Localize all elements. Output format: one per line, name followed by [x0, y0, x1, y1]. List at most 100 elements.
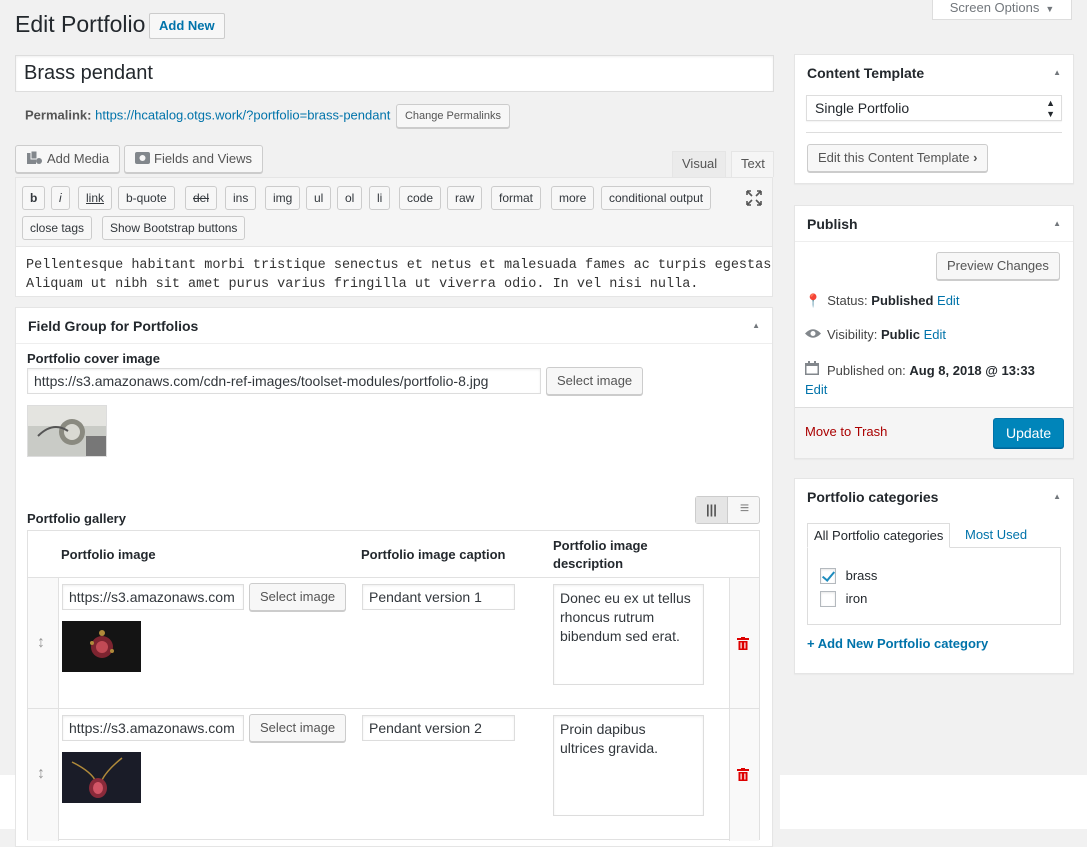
visibility-value: Public	[880, 327, 920, 342]
content-template-select[interactable]: Single Portfolio ▲ ▼	[806, 95, 1062, 121]
pin-icon: 📍	[805, 293, 822, 308]
fields-views-icon	[135, 152, 150, 164]
category-item[interactable]: iron	[820, 590, 867, 607]
row-drag-handle[interactable]: ↕	[28, 578, 59, 708]
permalink-label: Permalink:	[25, 107, 92, 123]
published-value: Aug 8, 2018 @ 13:33	[909, 363, 1035, 378]
publish-header[interactable]: Publish ▲	[795, 206, 1073, 242]
fields-and-views-label: Fields and Views	[154, 151, 253, 166]
checkbox-checked[interactable]	[820, 567, 836, 584]
post-title-input[interactable]: Brass pendant	[15, 55, 774, 92]
tab-most-used[interactable]: Most Used	[959, 523, 1033, 548]
trash-icon[interactable]	[737, 637, 749, 650]
qt-li[interactable]: li	[369, 186, 391, 210]
layout-toggle: ||| ≡	[695, 496, 760, 524]
qt-conditional-output[interactable]: conditional output	[601, 186, 712, 210]
category-label: brass	[845, 568, 878, 584]
col-caption: Portfolio image caption	[361, 547, 506, 562]
qt-italic[interactable]: i	[51, 186, 70, 210]
row-image-url-input[interactable]: https://s3.amazonaws.com	[62, 584, 244, 610]
table-view-icon[interactable]: |||	[696, 497, 728, 523]
qt-code[interactable]: code	[399, 186, 442, 210]
publish-title: Publish	[807, 216, 858, 232]
content-template-header[interactable]: Content Template ▲	[795, 55, 1073, 91]
category-label: iron	[845, 591, 868, 607]
qt-raw[interactable]: raw	[447, 186, 483, 210]
qt-link[interactable]: link	[78, 186, 113, 210]
collapse-up-icon[interactable]: ▲	[1053, 55, 1061, 91]
add-media-button[interactable]: Add Media	[15, 145, 121, 173]
change-permalinks-button[interactable]: Change Permalinks	[395, 104, 510, 128]
tab-all-categories[interactable]: All Portfolio categories	[807, 523, 951, 548]
cover-image-thumbnail	[27, 405, 107, 457]
preview-changes-button[interactable]: Preview Changes	[936, 252, 1060, 280]
qt-more[interactable]: more	[551, 186, 595, 210]
caret-down-icon: ▼	[1045, 4, 1055, 14]
status-edit-link[interactable]: Edit	[937, 293, 959, 308]
col-portfolio-image: Portfolio image	[61, 547, 156, 562]
qt-img[interactable]: img	[265, 186, 301, 210]
col-description-line: Portfolio image	[553, 538, 648, 553]
fullscreen-icon[interactable]	[746, 190, 762, 209]
checkbox-unchecked[interactable]	[820, 590, 836, 607]
status-label: Status:	[827, 293, 868, 308]
trash-icon[interactable]	[737, 768, 749, 781]
publish-actions: Move to Trash Update	[795, 407, 1073, 458]
qt-ins[interactable]: ins	[225, 186, 257, 210]
category-item[interactable]: brass	[820, 567, 877, 584]
list-view-icon[interactable]: ≡	[729, 497, 760, 523]
visibility-edit-link[interactable]: Edit	[924, 327, 946, 342]
qt-bold[interactable]: b	[22, 186, 46, 210]
field-group-header[interactable]: Field Group for Portfolios ▲	[16, 308, 772, 344]
drag-handle-icon: ↕	[37, 765, 45, 782]
move-to-trash-link[interactable]: Move to Trash	[805, 424, 887, 439]
row-description-textarea[interactable]: Proin dapibus ultrices gravida.	[553, 715, 704, 816]
permalink-link[interactable]: https://hcatalog.otgs.work/?portfolio=br…	[95, 107, 390, 122]
qt-format[interactable]: format	[491, 186, 542, 210]
published-edit-link[interactable]: Edit	[805, 382, 827, 397]
quicktags-toolbar: b i link b-quote del ins img ul ol li co…	[15, 177, 773, 247]
content-line: Pellentesque habitant morbi tristique se…	[26, 258, 773, 273]
row-description-textarea[interactable]: Donec eu ex ut tellus rhoncus rutrum bib…	[553, 584, 704, 685]
published-label: Published on:	[827, 363, 906, 378]
edit-content-template-button[interactable]: Edit this Content Template ›	[807, 144, 989, 172]
cover-image-label: Portfolio cover image	[27, 351, 160, 366]
categories-header[interactable]: Portfolio categories ▲	[795, 479, 1073, 515]
drag-handle-icon: ↕	[37, 634, 45, 651]
categories-title: Portfolio categories	[807, 489, 939, 505]
collapse-up-icon[interactable]: ▲	[1053, 479, 1061, 515]
add-new-category-link[interactable]: + Add New Portfolio category	[807, 636, 988, 651]
page-title: Edit Portfolio	[15, 11, 146, 37]
cover-select-image-button[interactable]: Select image	[546, 367, 644, 395]
screen-options-button[interactable]: Screen Options ▼	[932, 0, 1072, 20]
fields-and-views-button[interactable]: Fields and Views	[124, 145, 264, 173]
qt-close-tags[interactable]: close tags	[22, 216, 93, 240]
qt-del[interactable]: del	[185, 186, 218, 210]
permalink-row: Permalink: https://hcatalog.otgs.work/?p…	[25, 104, 510, 128]
cover-image-url-input[interactable]: https://s3.amazonaws.com/cdn-ref-images/…	[27, 368, 541, 394]
categories-box: Portfolio categories ▲ All Portfolio cat…	[794, 478, 1074, 674]
row-select-image-button[interactable]: Select image	[249, 583, 347, 611]
eye-icon	[805, 327, 821, 342]
qt-show-bootstrap[interactable]: Show Bootstrap buttons	[102, 216, 246, 240]
qt-bquote[interactable]: b-quote	[118, 186, 175, 210]
row-caption-input[interactable]: Pendant version 2	[362, 715, 515, 741]
collapse-up-icon[interactable]: ▲	[752, 308, 760, 344]
tab-visual[interactable]: Visual	[672, 151, 726, 177]
qt-ol[interactable]: ol	[337, 186, 363, 210]
visibility-label: Visibility:	[827, 327, 878, 342]
collapse-up-icon[interactable]: ▲	[1053, 206, 1061, 242]
row-select-image-button[interactable]: Select image	[249, 714, 347, 742]
update-button[interactable]: Update	[993, 418, 1065, 448]
content-template-box: Content Template ▲ Single Portfolio ▲ ▼ E…	[794, 54, 1074, 184]
row-delete-cell	[729, 709, 759, 841]
row-drag-handle[interactable]: ↕	[28, 709, 59, 841]
content-textarea[interactable]: Pellentesque habitant morbi tristique se…	[15, 247, 773, 297]
row-caption-input[interactable]: Pendant version 1	[362, 584, 515, 610]
qt-ul[interactable]: ul	[306, 186, 332, 210]
status-value: Published	[871, 293, 934, 308]
add-new-button[interactable]: Add New	[149, 13, 225, 39]
row-image-thumbnail	[62, 752, 141, 803]
tab-text[interactable]: Text	[731, 151, 774, 177]
row-image-url-input[interactable]: https://s3.amazonaws.com	[62, 715, 244, 741]
